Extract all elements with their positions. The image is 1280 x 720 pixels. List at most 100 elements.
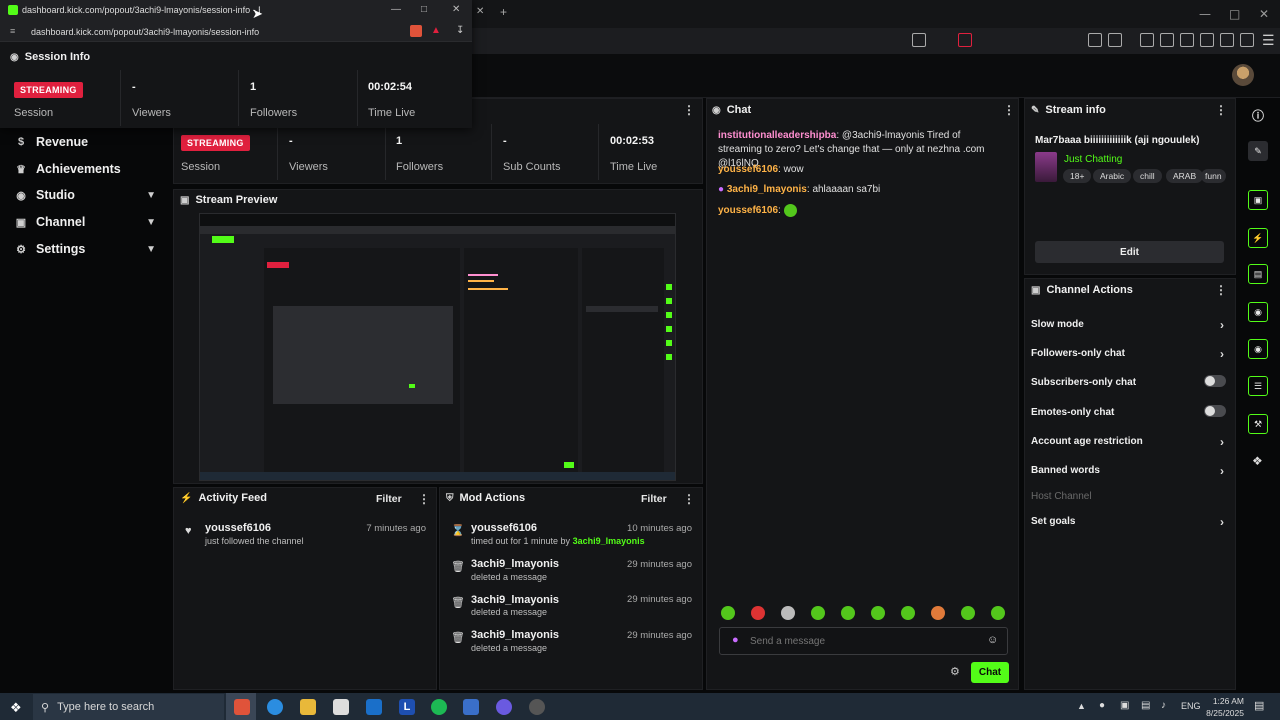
sidebar-icon[interactable] — [1180, 33, 1194, 47]
chat-username[interactable]: youssef6106 — [718, 205, 778, 216]
mic-tray-icon[interactable]: ● — [1099, 700, 1105, 711]
minimize-icon[interactable]: — — [1199, 7, 1211, 21]
network-icon[interactable]: ▤ — [1141, 700, 1150, 711]
edit-button[interactable]: Edit — [1035, 241, 1224, 263]
mod-username[interactable]: 3achi9_lmayonis — [471, 594, 559, 606]
chat-send-button[interactable]: Chat — [971, 662, 1009, 683]
emote-icon[interactable] — [751, 606, 765, 620]
emote-icon[interactable] — [991, 606, 1005, 620]
action-set-goals[interactable]: Set goals › — [1031, 515, 1226, 529]
sidebar-item-studio[interactable]: ◉ Studio ▼ — [14, 185, 164, 205]
emote-icon[interactable] — [901, 606, 915, 620]
rail-broadcast-icon[interactable]: ◉ — [1248, 339, 1268, 359]
notifications-icon[interactable]: ▤ — [1254, 699, 1264, 712]
tag-pill[interactable]: 18+ — [1063, 169, 1092, 183]
discord-app-icon[interactable] — [496, 699, 512, 715]
kebab-icon[interactable]: ⋮ — [418, 492, 430, 506]
sidebar-item-settings[interactable]: ⚙ Settings ▼ — [14, 239, 164, 259]
chat-message[interactable]: youssef6106: — [718, 204, 1003, 218]
category-link[interactable]: Just Chatting — [1064, 154, 1122, 165]
volume-icon[interactable]: ♪ — [1161, 700, 1166, 711]
l-app-icon[interactable]: L — [399, 699, 415, 715]
rail-document-icon[interactable]: ▤ — [1248, 264, 1268, 284]
rail-camera-icon[interactable]: ▣ — [1248, 190, 1268, 210]
mod-username[interactable]: youssef6106 — [471, 522, 537, 534]
kebab-icon[interactable]: ⋮ — [1003, 103, 1015, 117]
edit-rail-icon[interactable]: ✎ — [1248, 141, 1268, 161]
tray-chevron-icon[interactable]: ▲ — [1077, 701, 1086, 711]
rail-wrench-icon[interactable]: ⚒ — [1248, 414, 1268, 434]
new-tab-icon[interactable]: + — [500, 5, 507, 19]
emotes-only-toggle[interactable] — [1204, 405, 1226, 417]
popout-minimize-icon[interactable]: — — [391, 4, 401, 15]
gear-icon[interactable]: ⚙ — [950, 665, 960, 678]
sidebar-item-channel[interactable]: ▣ Channel ▼ — [14, 212, 164, 232]
activity-username[interactable]: youssef6106 — [205, 522, 271, 534]
emote-icon[interactable] — [811, 606, 825, 620]
subscribers-only-toggle[interactable] — [1204, 375, 1226, 387]
tab-close-icon[interactable]: ✕ — [476, 6, 484, 17]
extensions-icon[interactable] — [1088, 33, 1102, 47]
mic-icon[interactable]: ● — [732, 634, 739, 646]
taskbar-search[interactable]: ⚲ Type here to search — [33, 694, 224, 720]
tag-pill[interactable]: chill — [1133, 169, 1162, 183]
emote-icon[interactable] — [931, 606, 945, 620]
chat-username[interactable]: institutionalleadershipba — [718, 130, 836, 141]
popout-close-icon[interactable]: ✕ — [452, 4, 460, 15]
mod-username[interactable]: 3achi9_lmayonis — [471, 629, 559, 641]
brave-app-icon[interactable] — [234, 699, 250, 715]
outlook-app-icon[interactable] — [366, 699, 382, 715]
activity-filter-button[interactable]: Filter — [376, 493, 402, 505]
maximize-icon[interactable]: □ — [1229, 7, 1240, 21]
emote-icon[interactable] — [721, 606, 735, 620]
vpn-icon[interactable] — [1240, 33, 1254, 47]
kebab-icon[interactable]: ⋮ — [683, 492, 695, 506]
emote-icon[interactable] — [871, 606, 885, 620]
chat-input[interactable] — [750, 632, 975, 650]
obs-app-icon[interactable] — [529, 699, 545, 715]
sidebar-item-achievements[interactable]: ♛ Achievements — [14, 159, 164, 179]
action-account-age[interactable]: Account age restriction › — [1031, 435, 1226, 449]
close-icon[interactable]: ✕ — [1259, 7, 1269, 21]
language-indicator[interactable]: ENG — [1181, 701, 1201, 711]
mod-filter-button[interactable]: Filter — [641, 493, 667, 505]
shield-app-icon[interactable] — [463, 699, 479, 715]
emote-icon[interactable] — [781, 606, 795, 620]
brave-rewards-icon[interactable]: ▲ — [431, 25, 441, 36]
music-icon[interactable] — [1160, 33, 1174, 47]
brave-shields-icon[interactable] — [410, 25, 422, 37]
category-thumbnail[interactable] — [1035, 152, 1057, 182]
store-app-icon[interactable] — [333, 699, 349, 715]
site-settings-icon[interactable]: ≡ — [10, 26, 15, 36]
chat-username[interactable]: youssef6106 — [718, 164, 778, 175]
emote-icon[interactable] — [841, 606, 855, 620]
chat-message[interactable]: youssef6106: wow — [718, 163, 1003, 177]
tag-pill[interactable]: funn — [1201, 169, 1226, 183]
edge-app-icon[interactable] — [267, 699, 283, 715]
leo-icon[interactable] — [1220, 33, 1234, 47]
action-banned-words[interactable]: Banned words › — [1031, 464, 1226, 478]
emoji-icon[interactable]: ☺ — [987, 634, 998, 646]
rail-share-icon[interactable]: ❖ — [1252, 454, 1263, 468]
brave-rewards-icon[interactable] — [958, 33, 972, 47]
chat-message[interactable]: ● 3achi9_lmayonis: ahlaaaan sa7bi — [718, 183, 1003, 197]
screenshot-icon[interactable] — [1108, 33, 1122, 47]
mod-moderator-name[interactable]: 3achi9_lmayonis — [573, 536, 645, 546]
emote-icon[interactable] — [961, 606, 975, 620]
popout-url[interactable]: dashboard.kick.com/popout/3achi9-lmayoni… — [31, 27, 259, 37]
kebab-icon[interactable]: ⋮ — [683, 103, 695, 117]
kebab-icon[interactable]: ⋮ — [1215, 283, 1227, 297]
tag-pill[interactable]: ARAB — [1166, 169, 1204, 183]
action-followers-only[interactable]: Followers-only chat › — [1031, 347, 1226, 361]
battery-icon[interactable]: ▣ — [1120, 700, 1129, 711]
kebab-icon[interactable]: ⋮ — [1215, 103, 1227, 117]
mod-username[interactable]: 3achi9_lmayonis — [471, 558, 559, 570]
rail-chat-icon[interactable]: ◉ — [1248, 302, 1268, 322]
windows-start-icon[interactable]: ❖ — [10, 700, 22, 716]
rail-list-icon[interactable]: ☰ — [1248, 376, 1268, 396]
clock-date[interactable]: 8/25/2025 — [1204, 708, 1244, 718]
spotify-app-icon[interactable] — [431, 699, 447, 715]
clock-time[interactable]: 1:26 AM — [1208, 696, 1244, 706]
avatar[interactable] — [1232, 64, 1254, 86]
stream-preview-video[interactable] — [199, 213, 676, 481]
